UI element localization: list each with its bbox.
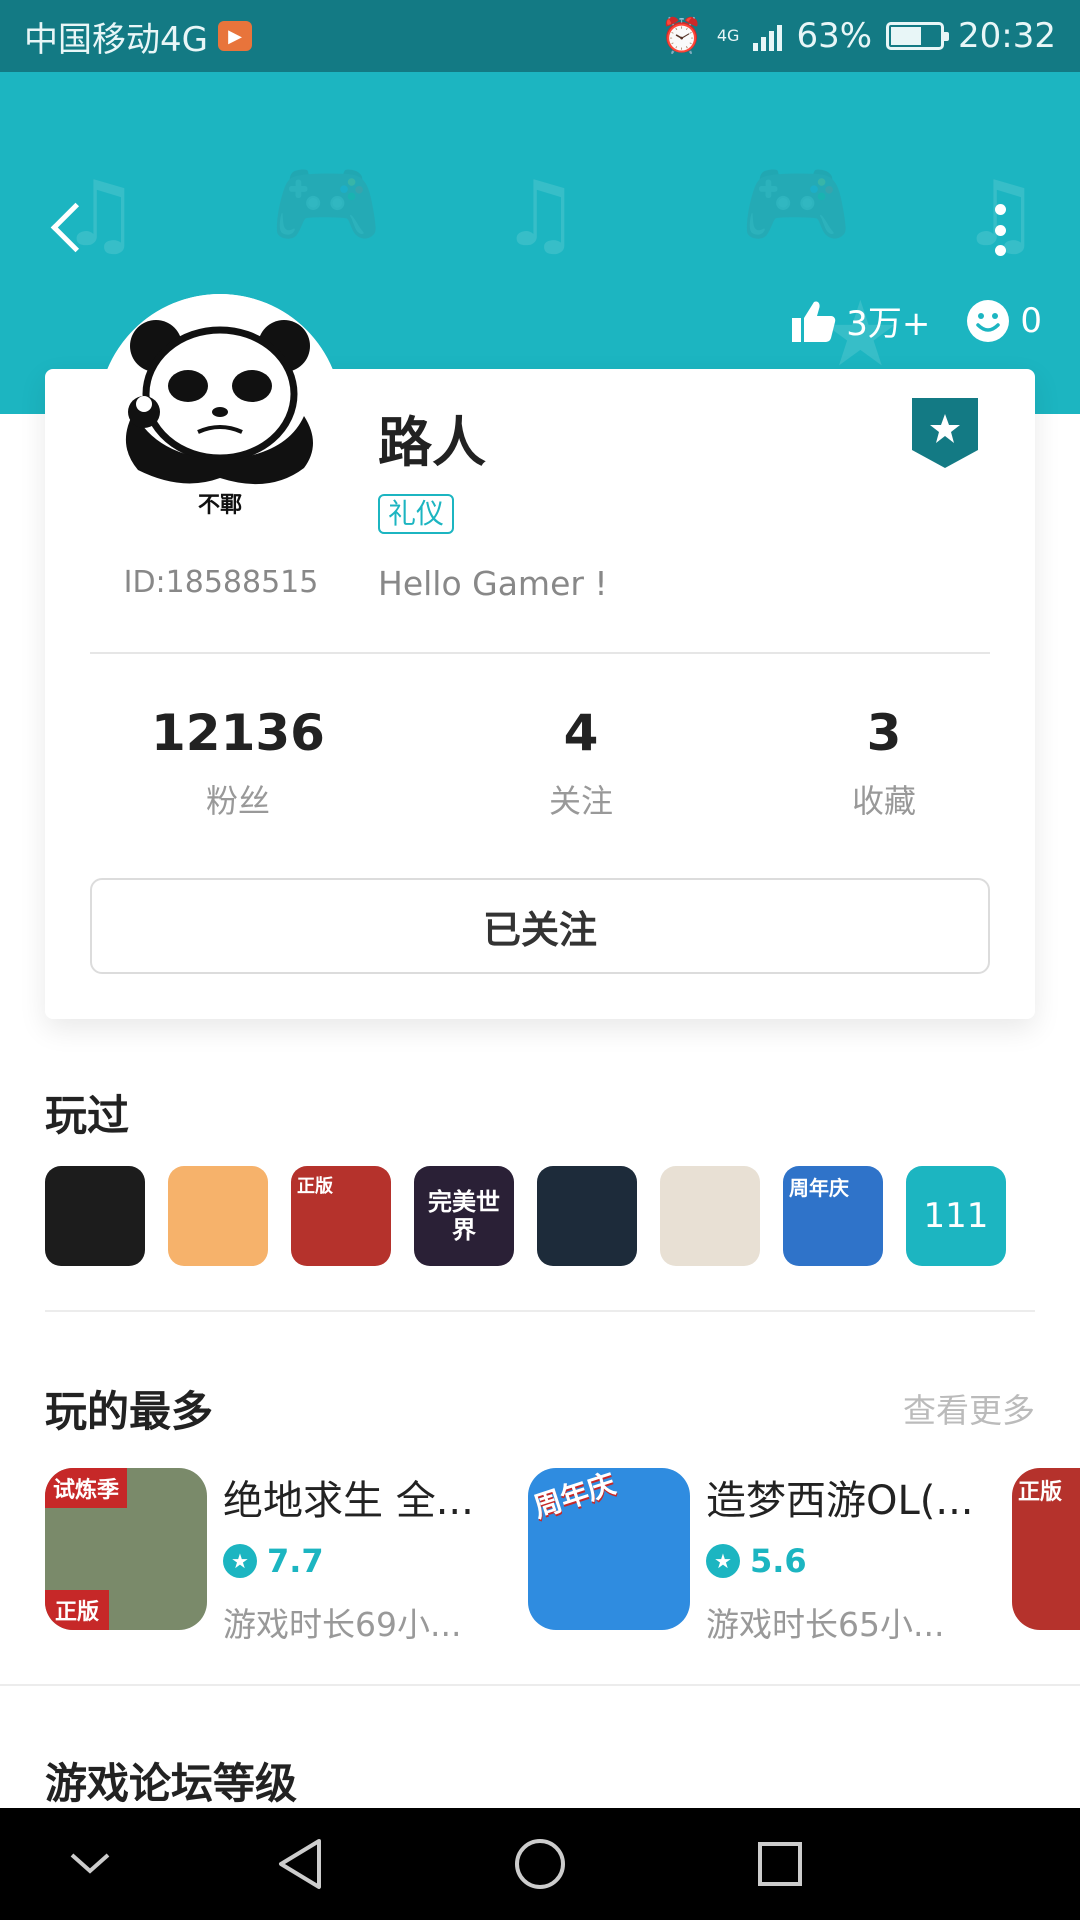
rank-badge-icon[interactable]	[912, 398, 978, 468]
game-badge-top: 试炼季	[45, 1468, 128, 1508]
following-label: 关注	[548, 782, 613, 820]
user-id: ID:18588515	[123, 565, 319, 600]
played-game-icon[interactable]	[168, 1166, 268, 1266]
see-more-link[interactable]: 查看更多	[903, 1384, 1035, 1432]
section-divider	[45, 1310, 1035, 1312]
system-nav-bar	[0, 1808, 1080, 1920]
user-tag[interactable]: 礼仪	[378, 494, 455, 534]
star-icon: ★	[706, 1544, 740, 1578]
favorites-value: 3	[866, 704, 902, 762]
gamepad-pattern-icon: 🎮	[270, 152, 383, 257]
played-game-icon[interactable]	[45, 1166, 145, 1266]
nav-home-button[interactable]	[504, 1828, 576, 1900]
video-app-icon: ▶	[217, 21, 252, 51]
played-game-icon[interactable]: 周年庆	[783, 1166, 883, 1266]
game-badge-top: 正版	[1018, 1480, 1063, 1505]
gamepad-pattern-icon: 🎮	[740, 152, 853, 257]
triangle-back-icon	[279, 1839, 321, 1889]
clock: 20:32	[958, 16, 1056, 56]
network-type: 4G	[716, 26, 740, 45]
game-score: 5.6	[750, 1542, 807, 1580]
played-game-icon[interactable]: 正版	[291, 1166, 391, 1266]
game-badge-top: 周年庆	[529, 1468, 620, 1525]
play-time: 游戏时长69小...	[223, 1605, 462, 1644]
panda-avatar-image: 不鄆	[98, 294, 342, 538]
signal-icon	[753, 21, 783, 51]
played-section-title: 玩过	[45, 1091, 130, 1140]
followers-label: 粉丝	[205, 782, 270, 820]
most-played-card[interactable]: 试炼季 正版 绝地求生 全... ★ 7.7 游戏时长69小...	[45, 1468, 493, 1646]
most-played-card[interactable]: 正版	[1012, 1468, 1080, 1630]
likes-stat[interactable]: 3万+	[790, 296, 930, 345]
game-name: 绝地求生 全...	[223, 1478, 474, 1524]
most-played-card[interactable]: 周年庆 造梦西游OL(... ★ 5.6 游戏时长65小...	[528, 1468, 976, 1646]
likes-count: 3万+	[846, 304, 931, 344]
user-name: 路人	[378, 411, 486, 474]
smile-count: 0	[1020, 300, 1042, 341]
followed-button[interactable]: 已关注	[90, 878, 990, 974]
alarm-icon: ⏰	[660, 16, 703, 56]
game-score: 7.7	[267, 1542, 324, 1580]
forum-level-title: 游戏论坛等级	[45, 1759, 298, 1808]
battery-percent: 63%	[796, 16, 873, 56]
played-game-icon[interactable]: 完美世界	[414, 1166, 514, 1266]
more-options-button[interactable]	[975, 200, 1025, 260]
smile-icon	[967, 299, 1010, 342]
favorites-label: 收藏	[851, 782, 916, 820]
music-note-pattern-icon: ♫	[500, 162, 581, 267]
card-divider	[90, 652, 990, 654]
most-played-game-icon: 试炼季 正版	[45, 1468, 207, 1630]
followers-count[interactable]: 12136 粉丝	[118, 700, 358, 822]
section-divider	[0, 1684, 1080, 1686]
battery-icon	[886, 22, 950, 50]
nav-back-button[interactable]	[264, 1828, 336, 1900]
header-stats: 3万+ 0	[790, 296, 1042, 345]
status-bar: 中国移动4G ▶ ⏰ 4G 63% 20:32	[0, 0, 1080, 72]
most-played-title: 玩的最多	[45, 1387, 214, 1436]
most-played-game-icon: 周年庆	[528, 1468, 690, 1630]
played-more-count[interactable]: 111	[906, 1166, 1006, 1266]
played-game-icon[interactable]	[660, 1166, 760, 1266]
user-bio: Hello Gamer !	[378, 564, 608, 603]
game-name: 造梦西游OL(...	[706, 1478, 974, 1524]
followers-value: 12136	[151, 704, 325, 762]
circle-home-icon	[515, 1839, 565, 1889]
play-time: 游戏时长65小...	[706, 1605, 945, 1644]
following-count[interactable]: 4 关注	[461, 700, 701, 822]
avatar-caption: 不鄆	[198, 493, 242, 518]
played-games-row: 正版 完美世界 周年庆 111	[45, 1166, 1006, 1266]
favorites-count[interactable]: 3 收藏	[764, 700, 1004, 822]
star-icon: ★	[223, 1544, 257, 1578]
thumbs-up-icon	[792, 300, 836, 342]
game-badge-bottom: 正版	[45, 1590, 110, 1630]
square-recents-icon	[758, 1842, 802, 1886]
chevron-down-icon	[70, 1853, 110, 1874]
smile-stat[interactable]: 0	[966, 299, 1042, 343]
back-button[interactable]	[40, 192, 100, 262]
carrier-label: 中国移动4G	[24, 19, 208, 60]
following-value: 4	[563, 704, 599, 762]
played-game-icon[interactable]	[537, 1166, 637, 1266]
nav-recents-button[interactable]	[744, 1828, 816, 1900]
hide-nav-button[interactable]	[54, 1828, 126, 1900]
most-played-game-icon: 正版	[1012, 1468, 1080, 1630]
avatar[interactable]: 不鄆	[98, 294, 342, 538]
